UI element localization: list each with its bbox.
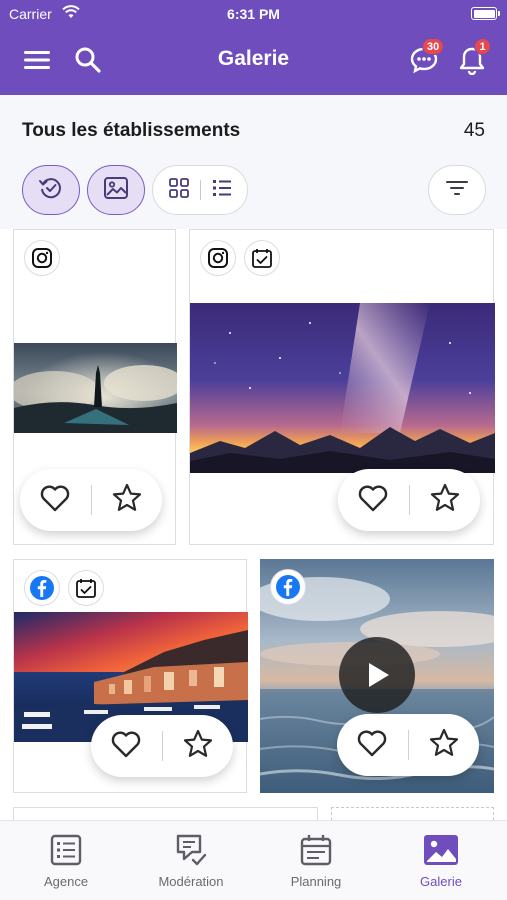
status-time: 6:31 PM (227, 6, 280, 22)
facebook-icon (24, 570, 60, 606)
action-divider (407, 730, 409, 760)
card-actions (91, 715, 233, 777)
action-divider (408, 485, 410, 515)
heart-icon[interactable] (357, 483, 389, 518)
bottom-tab-bar: Agence Modération Planning Galerie (0, 820, 507, 900)
gallery-card[interactable] (189, 229, 495, 545)
list-icon (11, 831, 121, 869)
filter-icon (445, 178, 469, 203)
star-icon[interactable] (182, 728, 214, 765)
chat-badge: 30 (422, 38, 445, 55)
tab-label: Galerie (420, 874, 462, 889)
app-header: Carrier 6:31 PM Galerie 30 1 (0, 0, 507, 95)
battery-icon (471, 7, 500, 20)
star-icon[interactable] (111, 482, 143, 519)
gallery-card[interactable] (260, 559, 494, 793)
card-actions (20, 469, 162, 531)
heart-icon[interactable] (356, 728, 388, 763)
instagram-icon (200, 240, 236, 276)
calendar-icon (261, 831, 371, 869)
action-divider (90, 485, 92, 515)
tab-moderation[interactable]: Modération (136, 831, 246, 889)
status-bar: Carrier 6:31 PM (0, 0, 507, 28)
heart-icon[interactable] (39, 483, 71, 518)
establishment-title: Tous les établissements (22, 120, 241, 141)
tab-planning[interactable]: Planning (261, 831, 371, 889)
tab-label: Modération (158, 874, 224, 889)
sort-filter-button[interactable] (428, 165, 486, 215)
moderation-icon (136, 831, 246, 869)
image-icon (386, 831, 496, 869)
photo-filter-button[interactable] (87, 165, 145, 215)
scheduled-icon (68, 570, 104, 606)
notification-badge: 1 (474, 38, 491, 55)
heart-icon[interactable] (110, 729, 142, 764)
tab-agence[interactable]: Agence (11, 831, 121, 889)
photo-thumbnail[interactable] (190, 303, 495, 473)
gallery-card[interactable] (13, 229, 177, 545)
list-view-icon[interactable] (211, 177, 233, 204)
media-count: 45 (463, 120, 485, 141)
scheduled-icon (244, 240, 280, 276)
tab-galerie[interactable]: Galerie (386, 831, 496, 889)
card-actions (338, 469, 480, 531)
tab-label: Agence (43, 874, 89, 889)
history-icon (38, 175, 64, 206)
card-actions (337, 714, 479, 776)
star-icon[interactable] (428, 727, 460, 764)
image-icon (103, 176, 129, 205)
gallery-card[interactable] (331, 807, 494, 820)
gallery-card[interactable] (13, 807, 318, 820)
chat-icon[interactable]: 30 (408, 38, 445, 76)
photo-thumbnail[interactable] (14, 343, 177, 433)
grid-view-icon[interactable] (168, 177, 190, 204)
view-toggle-divider (199, 180, 201, 200)
action-divider (161, 731, 163, 761)
star-icon[interactable] (429, 482, 461, 519)
history-filter-button[interactable] (22, 165, 80, 215)
filter-toolbar: Tous les établissements 45 (0, 95, 507, 229)
facebook-icon (270, 569, 306, 605)
gallery-grid (0, 229, 507, 820)
view-mode-toggle[interactable] (152, 165, 248, 215)
tab-label: Planning (290, 874, 342, 889)
instagram-icon (24, 240, 60, 276)
play-icon[interactable] (339, 637, 415, 713)
bell-icon[interactable]: 1 (456, 38, 491, 76)
gallery-card[interactable] (13, 559, 248, 793)
